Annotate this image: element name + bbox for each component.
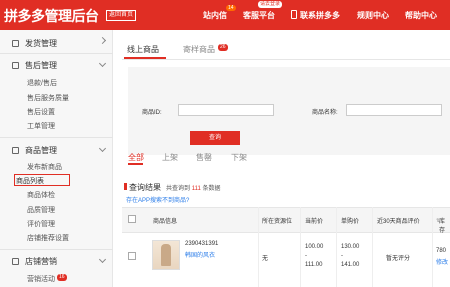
goods-icon bbox=[12, 147, 19, 154]
nav-service-platform[interactable]: 客服平台 bbox=[243, 10, 275, 21]
results-count: 111 bbox=[191, 186, 201, 192]
sidebar-group-label: 商品管理 bbox=[25, 146, 57, 155]
column-review: 近30天商品评价 bbox=[377, 219, 420, 225]
search-missing-link[interactable]: 存在APP搜索不到商品? bbox=[126, 195, 189, 204]
box-icon bbox=[12, 40, 19, 47]
row-checkbox[interactable] bbox=[128, 252, 136, 260]
sidebar-divider bbox=[0, 249, 113, 250]
current-price-high: 111.00 bbox=[305, 262, 323, 268]
sidebar-item-ticket[interactable]: 工单管理 bbox=[27, 121, 55, 131]
nav-rules[interactable]: 规则中心 bbox=[357, 10, 389, 21]
query-button[interactable]: 查询 bbox=[190, 131, 240, 145]
column-resource: 所在资源位 bbox=[262, 219, 293, 225]
tab-online-goods[interactable]: 线上商品 bbox=[127, 44, 159, 55]
inbox-badge: 14 bbox=[226, 5, 236, 11]
tab-divider bbox=[122, 59, 450, 60]
product-image-figure bbox=[161, 244, 171, 266]
single-price-dash: - bbox=[341, 253, 343, 259]
status-tab-indicator bbox=[128, 163, 143, 165]
column-goods-info: 商品信息 bbox=[153, 219, 178, 225]
phone-icon bbox=[291, 10, 297, 19]
sidebar-item-goods-check[interactable]: 商品体检 bbox=[27, 190, 55, 200]
sidebar-group-label: 店铺营销 bbox=[25, 257, 57, 266]
goods-name-label: 商品名称: bbox=[312, 110, 338, 116]
goods-id-input[interactable] bbox=[178, 104, 274, 116]
sidebar-group-label: 发货管理 bbox=[25, 39, 57, 48]
nav-help[interactable]: 帮助中心 bbox=[405, 10, 437, 21]
select-all-checkbox[interactable] bbox=[128, 215, 136, 223]
goods-id-value: 2390431391 bbox=[185, 241, 219, 247]
status-tab-onsale[interactable]: 上架 bbox=[162, 152, 178, 163]
sidebar-divider bbox=[0, 53, 113, 54]
current-price-dash: - bbox=[305, 253, 307, 259]
results-title: 查询结果 bbox=[129, 183, 161, 192]
sidebar-item-goods-list[interactable]: 商品列表 bbox=[16, 176, 44, 186]
nav-inbox[interactable]: 站内信 bbox=[203, 10, 227, 21]
column-stock: 库存 bbox=[439, 219, 446, 234]
sidebar-group-goods[interactable]: 商品管理 bbox=[12, 145, 57, 156]
current-price-low: 100.00 bbox=[305, 244, 324, 250]
sidebar-item-refund[interactable]: 退款/售后 bbox=[27, 78, 57, 88]
sidebar-item-publish[interactable]: 发布新商品 bbox=[27, 162, 62, 172]
tab-consignment-goods[interactable]: 寄样商品 bbox=[183, 44, 215, 55]
review-value: 暂无评分 bbox=[386, 256, 411, 262]
status-tab-offshelf[interactable]: 下架 bbox=[231, 152, 247, 163]
sidebar-item-service-quality[interactable]: 售后服务质量 bbox=[27, 93, 69, 103]
result-marker bbox=[124, 183, 127, 190]
results-info: 共查询到 111 条数据 bbox=[166, 183, 221, 192]
single-price-high: 141.00 bbox=[341, 262, 360, 268]
sidebar-group-marketing[interactable]: 店铺营销 bbox=[12, 256, 57, 267]
column-current-price: 当前价 bbox=[305, 219, 324, 225]
results-suffix: 条数据 bbox=[202, 186, 221, 192]
goods-name-input[interactable] bbox=[346, 104, 442, 116]
goods-name-link[interactable]: 韩国的风衣 bbox=[185, 250, 215, 259]
status-tab-all[interactable]: 全部 bbox=[128, 152, 144, 163]
goods-id-label: 商品ID: bbox=[142, 110, 162, 116]
sidebar-group-label: 售后管理 bbox=[25, 61, 57, 70]
service-tooltip: 请去登录 bbox=[258, 1, 283, 8]
consignment-badge: 26 bbox=[218, 44, 228, 51]
sidebar-item-aftersale-settings[interactable]: 售后设置 bbox=[27, 107, 55, 117]
sidebar-group-shipping[interactable]: 发货管理 bbox=[12, 38, 57, 49]
activity-badge: 16 bbox=[57, 274, 67, 281]
filter-panel: 商品ID: 商品名称: 查询 bbox=[128, 67, 450, 155]
shop-icon bbox=[12, 258, 19, 265]
resource-value: 无 bbox=[262, 256, 269, 262]
nav-contact[interactable]: 联系拼多多 bbox=[300, 10, 340, 21]
app-logo[interactable]: 拼多多管理后台 bbox=[4, 6, 99, 26]
stock-edit-link[interactable]: 修改 bbox=[436, 257, 448, 266]
results-prefix: 共查询到 bbox=[166, 186, 191, 192]
sidebar-group-aftersale[interactable]: 售后管理 bbox=[12, 60, 57, 71]
sidebar-item-review[interactable]: 评价管理 bbox=[27, 219, 55, 229]
column-divider bbox=[336, 207, 337, 287]
sidebar-divider bbox=[0, 137, 113, 138]
status-tab-soldout[interactable]: 售罄 bbox=[196, 152, 212, 163]
shield-icon bbox=[12, 62, 19, 69]
app-title: 管理后台 bbox=[44, 8, 100, 24]
column-divider bbox=[258, 207, 259, 287]
stock-value: 780 bbox=[436, 248, 447, 254]
top-navbar: 拼多多管理后台 返回首页 站内信 14 请去登录 客服平台 联系拼多多 规则中心… bbox=[0, 0, 450, 30]
sidebar-item-activity[interactable]: 营销活动 bbox=[27, 274, 55, 284]
logo-text: 拼多多 bbox=[4, 8, 45, 24]
column-single-price: 单购价 bbox=[341, 219, 360, 225]
column-divider bbox=[300, 207, 301, 287]
sidebar-item-quality[interactable]: 品质管理 bbox=[27, 205, 55, 215]
sidebar-item-recommend[interactable]: 店铺推荐设置 bbox=[27, 233, 69, 243]
back-home-button[interactable]: 返回首页 bbox=[106, 10, 137, 21]
column-divider bbox=[432, 207, 433, 287]
single-price-low: 130.00 bbox=[341, 244, 360, 250]
column-divider bbox=[372, 207, 373, 287]
